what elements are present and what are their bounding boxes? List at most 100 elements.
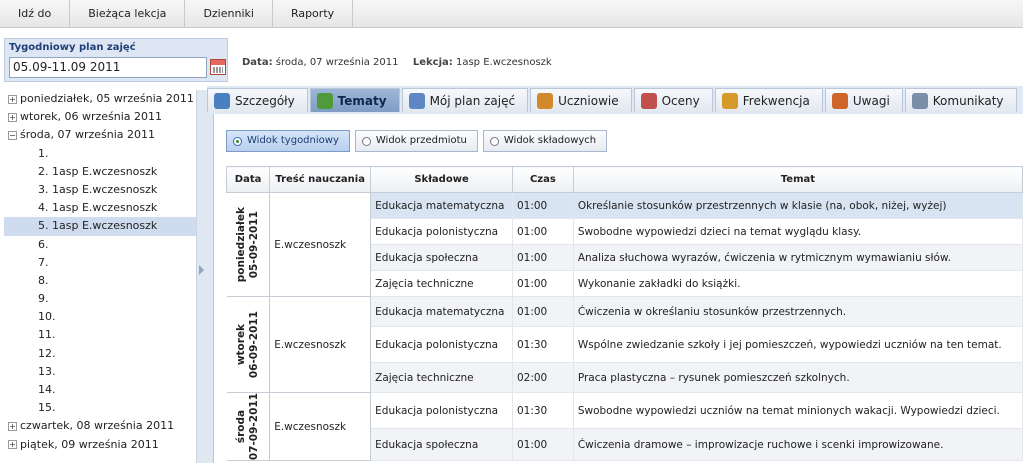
- topic-cell: Analiza słuchowa wyrazów, ćwiczenia w ry…: [573, 244, 1023, 271]
- tree-lesson[interactable]: 4. 1asp E.wczesnoszk: [4, 199, 196, 217]
- component-cell: Edukacja społeczna: [370, 244, 513, 271]
- topic-cell: Ćwiczenia dramowe – improwizacje ruchowe…: [573, 428, 1023, 462]
- day-label: piątek, 09 września 2011: [20, 437, 159, 451]
- lesson-meta: Data: środa, 07 września 2011 Lekcja: 1a…: [242, 57, 552, 68]
- day-date: 06-09-2011: [247, 310, 260, 379]
- table-row[interactable]: poniedziałek 05-09-2011 E.wczesnoszk Edukac…: [226, 192, 1023, 297]
- tree-lesson[interactable]: 13.: [4, 363, 196, 381]
- time-cell: 01:00: [512, 192, 574, 219]
- tab-attendance[interactable]: Frekwencja: [714, 88, 823, 112]
- tree-day-open[interactable]: − środa, 07 września 2011: [4, 126, 196, 144]
- time-cell: 01:00: [512, 270, 574, 297]
- topic-cell: Praca plastyczna – rysunek pomieszczeń s…: [573, 362, 1023, 393]
- tree-lesson[interactable]: 2. 1asp E.wczesnoszk: [4, 163, 196, 181]
- day-date: 07-09-2011: [247, 393, 260, 461]
- magnifier-icon: [214, 92, 230, 109]
- tab-grades[interactable]: Oceny: [633, 88, 713, 112]
- tree-day[interactable]: + piątek, 09 września 2011: [4, 436, 196, 454]
- tree-lesson[interactable]: 3. 1asp E.wczesnoszk: [4, 181, 196, 199]
- tab-grid[interactable]: Mój plan zajęć: [401, 88, 529, 112]
- time-cell: 01:00: [512, 428, 574, 462]
- week-plan-label: Tygodniowy plan zajęć: [9, 42, 136, 53]
- tab-label: Tematy: [337, 93, 387, 108]
- column-header: Czas: [511, 166, 574, 193]
- tree-lesson[interactable]: 6.: [4, 236, 196, 254]
- tree-lesson[interactable]: 7.: [4, 254, 196, 272]
- tree-lesson[interactable]: 15.: [4, 399, 196, 417]
- nav-current-lesson[interactable]: Bieżąca lekcja: [70, 0, 186, 28]
- tree-lesson[interactable]: 11.: [4, 326, 196, 344]
- view-label: Widok składowych: [503, 135, 597, 146]
- nav-registers[interactable]: Dzienniki: [185, 0, 273, 28]
- tab-messages[interactable]: Komunikaty: [904, 88, 1017, 112]
- expand-icon[interactable]: +: [8, 94, 17, 104]
- day-name: środa: [234, 409, 247, 444]
- radio-icon[interactable]: [361, 136, 371, 146]
- view-option[interactable]: Widok składowych: [482, 130, 608, 152]
- lesson-label: Lekcja:: [412, 57, 453, 68]
- day-name: poniedziałek: [234, 206, 247, 283]
- main-panel: Szczegóły Tematy Mój plan zajęć Uczniowie Oc…: [207, 86, 1023, 463]
- week-plan-box: Tygodniowy plan zajęć 05.09-11.09 2011: [4, 38, 228, 82]
- tab-label: Frekwencja: [742, 93, 810, 108]
- radio-icon[interactable]: [233, 136, 242, 146]
- component-cell: Edukacja polonistyczna: [370, 326, 513, 363]
- week-tree: + poniedziałek, 05 września 2011 + wtorek, …: [4, 90, 197, 463]
- component-cell: Zajęcia techniczne: [370, 362, 513, 393]
- column-header: Składowe: [370, 166, 513, 193]
- tab-question[interactable]: Tematy: [309, 88, 400, 112]
- component-cell: Edukacja polonistyczna: [370, 218, 513, 245]
- tree-lesson[interactable]: 9.: [4, 290, 196, 308]
- tab-label: Oceny: [661, 93, 700, 108]
- expand-icon[interactable]: +: [8, 112, 17, 122]
- calendar-icon[interactable]: [210, 59, 226, 75]
- date-vertical: wtorek 06-09-2011: [235, 311, 261, 378]
- tree-lesson[interactable]: 10.: [4, 308, 196, 326]
- nav-go-to[interactable]: Idź do: [0, 0, 71, 28]
- collapse-icon[interactable]: −: [8, 130, 17, 140]
- tree-day[interactable]: + wtorek, 06 września 2011: [4, 108, 196, 126]
- tree-lesson[interactable]: 1.: [4, 145, 196, 163]
- time-cell: 02:00: [512, 362, 574, 393]
- view-option[interactable]: Widok przedmiotu: [354, 130, 478, 152]
- expand-icon[interactable]: +: [8, 440, 17, 450]
- tree-day[interactable]: + czwartek, 08 września 2011: [4, 417, 196, 435]
- topics-table: Data Treść nauczania Składowe Czas Temat pon…: [225, 166, 1023, 462]
- tree-lesson[interactable]: 8.: [4, 272, 196, 290]
- tree-day[interactable]: + poniedziałek, 05 września 2011: [4, 90, 196, 108]
- component-cell: Zajęcia techniczne: [370, 270, 513, 297]
- day-label: wtorek, 06 września 2011: [20, 110, 162, 124]
- tab-users[interactable]: Uczniowie: [530, 88, 632, 112]
- component-cell: Edukacja matematyczna: [370, 192, 513, 219]
- top-navigation: Idź do Bieżąca lekcja Dzienniki Raporty: [0, 0, 1023, 28]
- tree-lesson[interactable]: 12.: [4, 345, 196, 363]
- topic-cell: Swobodne wypowiedzi uczniów na temat min…: [573, 392, 1023, 430]
- table-row[interactable]: wtorek 06-09-2011 E.wczesnoszk Edukacja mat…: [226, 296, 1023, 393]
- component-cell: Edukacja matematyczna: [370, 296, 513, 327]
- topic-cell: Określanie stosunków przestrzennych w kl…: [573, 192, 1023, 219]
- tab-magnifier[interactable]: Szczegóły: [207, 88, 308, 112]
- day-label: środa, 07 września 2011: [20, 128, 156, 142]
- time-cell: 01:30: [512, 326, 574, 363]
- tree-lesson[interactable]: 14.: [4, 381, 196, 399]
- expand-icon[interactable]: +: [8, 421, 17, 431]
- attendance-icon: [721, 92, 738, 109]
- table-row[interactable]: środa 07-09-2011 E.wczesnoszk Edukacja polo…: [226, 392, 1023, 462]
- content-cell: E.wczesnoszk: [269, 296, 372, 393]
- week-range-input[interactable]: 05.09-11.09 2011: [9, 57, 207, 78]
- tab-notes[interactable]: Uwagi: [824, 88, 903, 112]
- question-icon: [316, 92, 333, 109]
- time-cell: 01:00: [512, 244, 574, 271]
- notes-icon: [831, 92, 848, 109]
- nav-reports[interactable]: Raporty: [273, 0, 354, 28]
- date-cell: środa 07-09-2011: [226, 392, 271, 462]
- tab-bar: Szczegóły Tematy Mój plan zajęć Uczniowie Oc…: [207, 88, 1023, 112]
- tree-lesson[interactable]: 5. 1asp E.wczesnoszk: [4, 217, 196, 236]
- radio-icon[interactable]: [489, 136, 499, 146]
- grid-icon: [408, 92, 425, 109]
- column-header: Temat: [572, 166, 1023, 193]
- day-label: czwartek, 08 września 2011: [20, 419, 175, 433]
- splitter-handle[interactable]: [197, 90, 207, 463]
- component-cell: Edukacja polonistyczna: [370, 392, 513, 430]
- view-option[interactable]: Widok tygodniowy: [226, 130, 350, 152]
